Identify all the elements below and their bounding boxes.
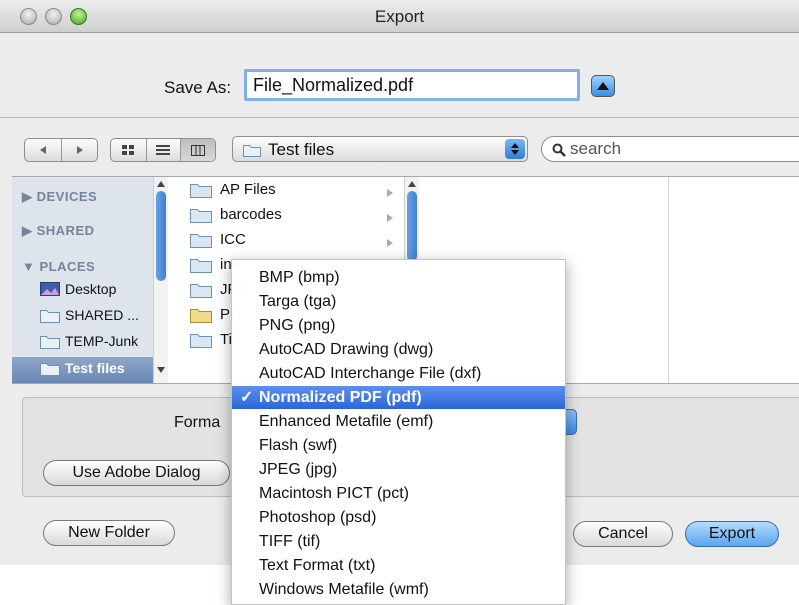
sidebar-item-desktop[interactable]: Desktop xyxy=(40,281,116,297)
triangle-up-icon xyxy=(597,82,609,90)
scroll-down-arrow-icon xyxy=(157,367,165,373)
list-item[interactable]: barcodes xyxy=(190,206,282,223)
menu-item-dwg[interactable]: AutoCAD Drawing (dwg) xyxy=(232,338,565,361)
column-divider xyxy=(668,177,669,383)
list-view-icon xyxy=(156,144,171,155)
menu-item-emf[interactable]: Enhanced Metafile (emf) xyxy=(232,410,565,433)
menu-item-jpg[interactable]: JPEG (jpg) xyxy=(232,458,565,481)
menu-item-label: Normalized PDF (pdf) xyxy=(259,389,422,406)
sidebar-scrollbar[interactable] xyxy=(153,177,168,383)
disclosure-arrow-icon xyxy=(387,239,393,247)
sidebar-section-devices[interactable]: ▶ DEVICES xyxy=(22,189,97,205)
list-item[interactable]: Tif xyxy=(190,331,236,348)
scroll-thumb[interactable] xyxy=(156,191,166,281)
sidebar-item-shared-folder[interactable]: SHARED ... xyxy=(40,307,139,323)
format-popup-arrows[interactable] xyxy=(566,409,577,435)
folder-icon xyxy=(190,283,212,298)
sidebar-item-label: TEMP-Junk xyxy=(65,333,139,349)
scroll-up-arrow-icon xyxy=(408,181,416,187)
icon-view-button[interactable] xyxy=(111,139,146,161)
back-arrow-icon xyxy=(40,146,47,154)
menu-item-dxf[interactable]: AutoCAD Interchange File (dxf) xyxy=(232,362,565,385)
window-title: Export xyxy=(374,7,425,26)
sidebar-item-label: Test files xyxy=(65,360,125,376)
folder-icon xyxy=(190,308,212,323)
view-mode-control xyxy=(110,138,216,162)
cancel-button[interactable]: Cancel xyxy=(573,521,673,547)
expand-dialog-button[interactable] xyxy=(591,75,615,97)
shared-label: SHARED xyxy=(36,223,95,238)
back-button[interactable] xyxy=(25,139,61,161)
file-name: ICC xyxy=(220,231,246,248)
menu-item-psd[interactable]: Photoshop (psd) xyxy=(232,506,565,529)
menu-item-wmf[interactable]: Windows Metafile (wmf) xyxy=(232,578,565,601)
save-as-input[interactable] xyxy=(244,69,580,101)
checkmark-icon: ✓ xyxy=(240,389,254,406)
forward-button[interactable] xyxy=(61,139,97,161)
sidebar-item-label: Desktop xyxy=(65,281,117,297)
devices-label: DEVICES xyxy=(36,189,98,204)
save-as-label: Save As: xyxy=(164,78,232,97)
folder-icon xyxy=(40,309,60,323)
folder-icon xyxy=(40,335,60,349)
sidebar-item-test-files[interactable]: Test files xyxy=(40,360,125,376)
file-name: barcodes xyxy=(220,206,282,223)
menu-item-txt[interactable]: Text Format (txt) xyxy=(232,554,565,577)
history-nav xyxy=(24,138,98,162)
menu-item-pct[interactable]: Macintosh PICT (pct) xyxy=(232,482,565,505)
column-view-icon xyxy=(191,144,206,156)
toolbar-divider xyxy=(0,117,799,118)
sidebar-section-shared[interactable]: ▶ SHARED xyxy=(22,223,95,239)
new-folder-button[interactable]: New Folder xyxy=(43,520,175,546)
disclosure-arrow-icon xyxy=(387,214,393,222)
format-menu: BMP (bmp) Targa (tga) PNG (png) AutoCAD … xyxy=(231,259,566,605)
sidebar-item-temp-junk[interactable]: TEMP-Junk xyxy=(40,333,138,349)
location-popup[interactable]: Test files xyxy=(232,136,528,162)
search-icon xyxy=(552,143,566,157)
title-bar[interactable]: Export xyxy=(0,0,799,33)
folder-icon xyxy=(190,258,212,273)
list-item[interactable]: ICC xyxy=(190,231,246,248)
use-adobe-dialog-button[interactable]: Use Adobe Dialog xyxy=(43,460,230,486)
sidebar-section-places[interactable]: ▼ PLACES xyxy=(22,259,95,274)
folder-icon xyxy=(190,208,212,223)
scroll-up-arrow-icon xyxy=(157,181,165,187)
folder-icon xyxy=(40,362,60,376)
menu-item-targa[interactable]: Targa (tga) xyxy=(232,290,565,313)
icon-view-icon xyxy=(121,144,134,155)
folder-icon xyxy=(190,233,212,248)
menu-item-png[interactable]: PNG (png) xyxy=(232,314,565,337)
menu-item-bmp[interactable]: BMP (bmp) xyxy=(232,266,565,289)
disclosure-arrow-icon xyxy=(387,189,393,197)
folder-icon xyxy=(190,333,212,348)
list-item[interactable]: AP Files xyxy=(190,181,276,198)
forward-arrow-icon xyxy=(76,146,83,154)
desktop-icon xyxy=(40,282,60,296)
sidebar: ▶ DEVICES ▶ SHARED ▼ PLACES Desktop SHAR… xyxy=(12,177,167,383)
popup-arrows-icon xyxy=(505,139,525,159)
places-label: PLACES xyxy=(39,259,96,274)
column-view-button[interactable] xyxy=(180,139,215,161)
menu-item-swf[interactable]: Flash (swf) xyxy=(232,434,565,457)
location-folder-name: Test files xyxy=(268,140,335,159)
scroll-thumb[interactable] xyxy=(407,191,417,261)
list-view-button[interactable] xyxy=(145,139,181,161)
sidebar-item-label: SHARED ... xyxy=(65,307,139,323)
folder-icon xyxy=(243,145,261,157)
format-label: Forma xyxy=(174,414,221,431)
search-input[interactable] xyxy=(541,136,799,162)
menu-item-normalized-pdf[interactable]: ✓ Normalized PDF (pdf) xyxy=(232,386,565,409)
folder-icon xyxy=(190,183,212,198)
menu-item-tif[interactable]: TIFF (tif) xyxy=(232,530,565,553)
file-name: AP Files xyxy=(220,181,276,198)
export-button[interactable]: Export xyxy=(685,521,779,547)
